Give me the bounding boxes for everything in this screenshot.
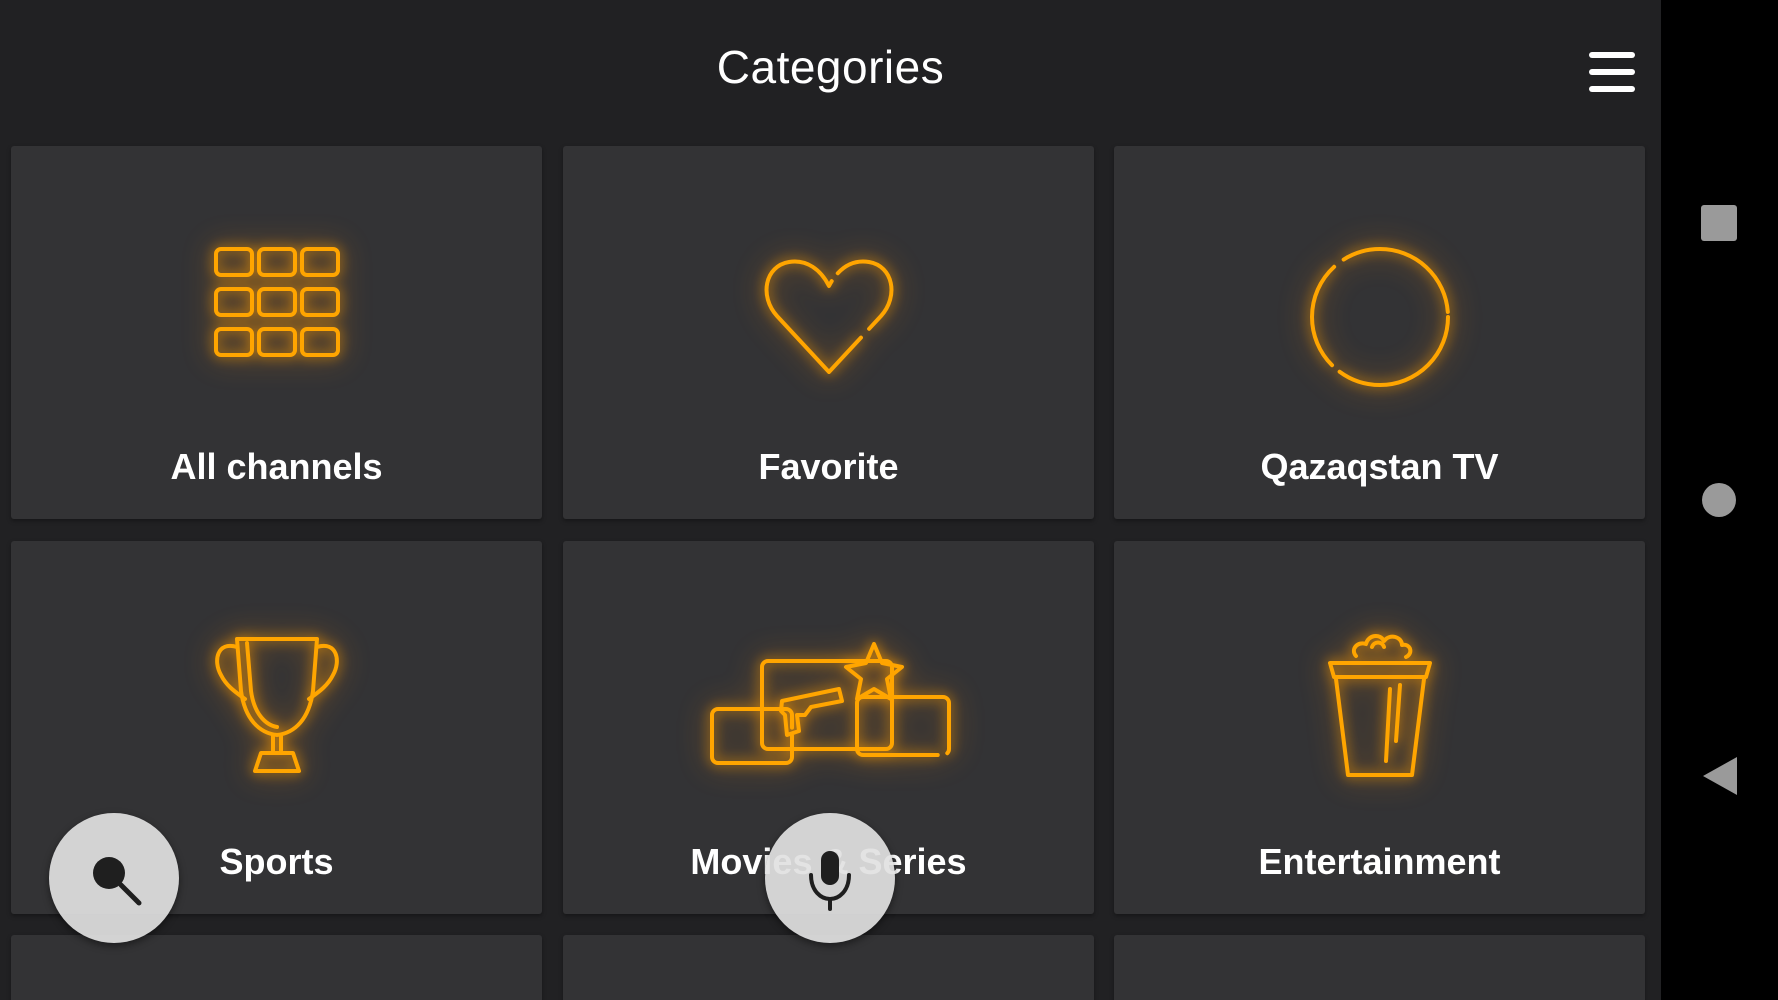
circle-icon xyxy=(1240,216,1520,416)
category-tile-entertainment[interactable]: Entertainment xyxy=(1114,541,1645,914)
category-tile-favorite[interactable]: Favorite xyxy=(563,146,1094,519)
square-icon xyxy=(1701,205,1737,241)
app-screen: Categories All channels Favorite Qazaqst… xyxy=(0,0,1661,1000)
voice-search-button[interactable] xyxy=(765,813,895,943)
movies-icon xyxy=(689,611,969,811)
circle-icon xyxy=(1702,483,1736,517)
search-icon xyxy=(93,857,142,906)
category-tile-row3-3[interactable] xyxy=(1114,935,1645,1000)
grid-icon xyxy=(137,216,417,416)
back-triangle-icon xyxy=(1703,757,1737,795)
system-navigation-bar xyxy=(1661,0,1778,1000)
category-label: Entertainment xyxy=(1258,841,1501,882)
category-tile-qazaqstan-tv[interactable]: Qazaqstan TV xyxy=(1114,146,1645,519)
microphone-icon xyxy=(809,851,851,911)
category-label: All channels xyxy=(170,446,383,487)
heart-icon xyxy=(689,216,969,416)
home-button[interactable] xyxy=(1701,482,1737,518)
category-label: Favorite xyxy=(758,446,899,487)
popcorn-icon xyxy=(1240,611,1520,811)
category-label: Qazaqstan TV xyxy=(1260,446,1499,487)
recents-button[interactable] xyxy=(1701,205,1737,241)
category-tile-all-channels[interactable]: All channels xyxy=(11,146,542,519)
trophy-icon xyxy=(137,611,417,811)
search-button[interactable] xyxy=(49,813,179,943)
category-tile-row3-1[interactable] xyxy=(11,935,542,1000)
back-button[interactable] xyxy=(1701,755,1737,797)
category-tile-row3-2[interactable] xyxy=(563,935,1094,1000)
